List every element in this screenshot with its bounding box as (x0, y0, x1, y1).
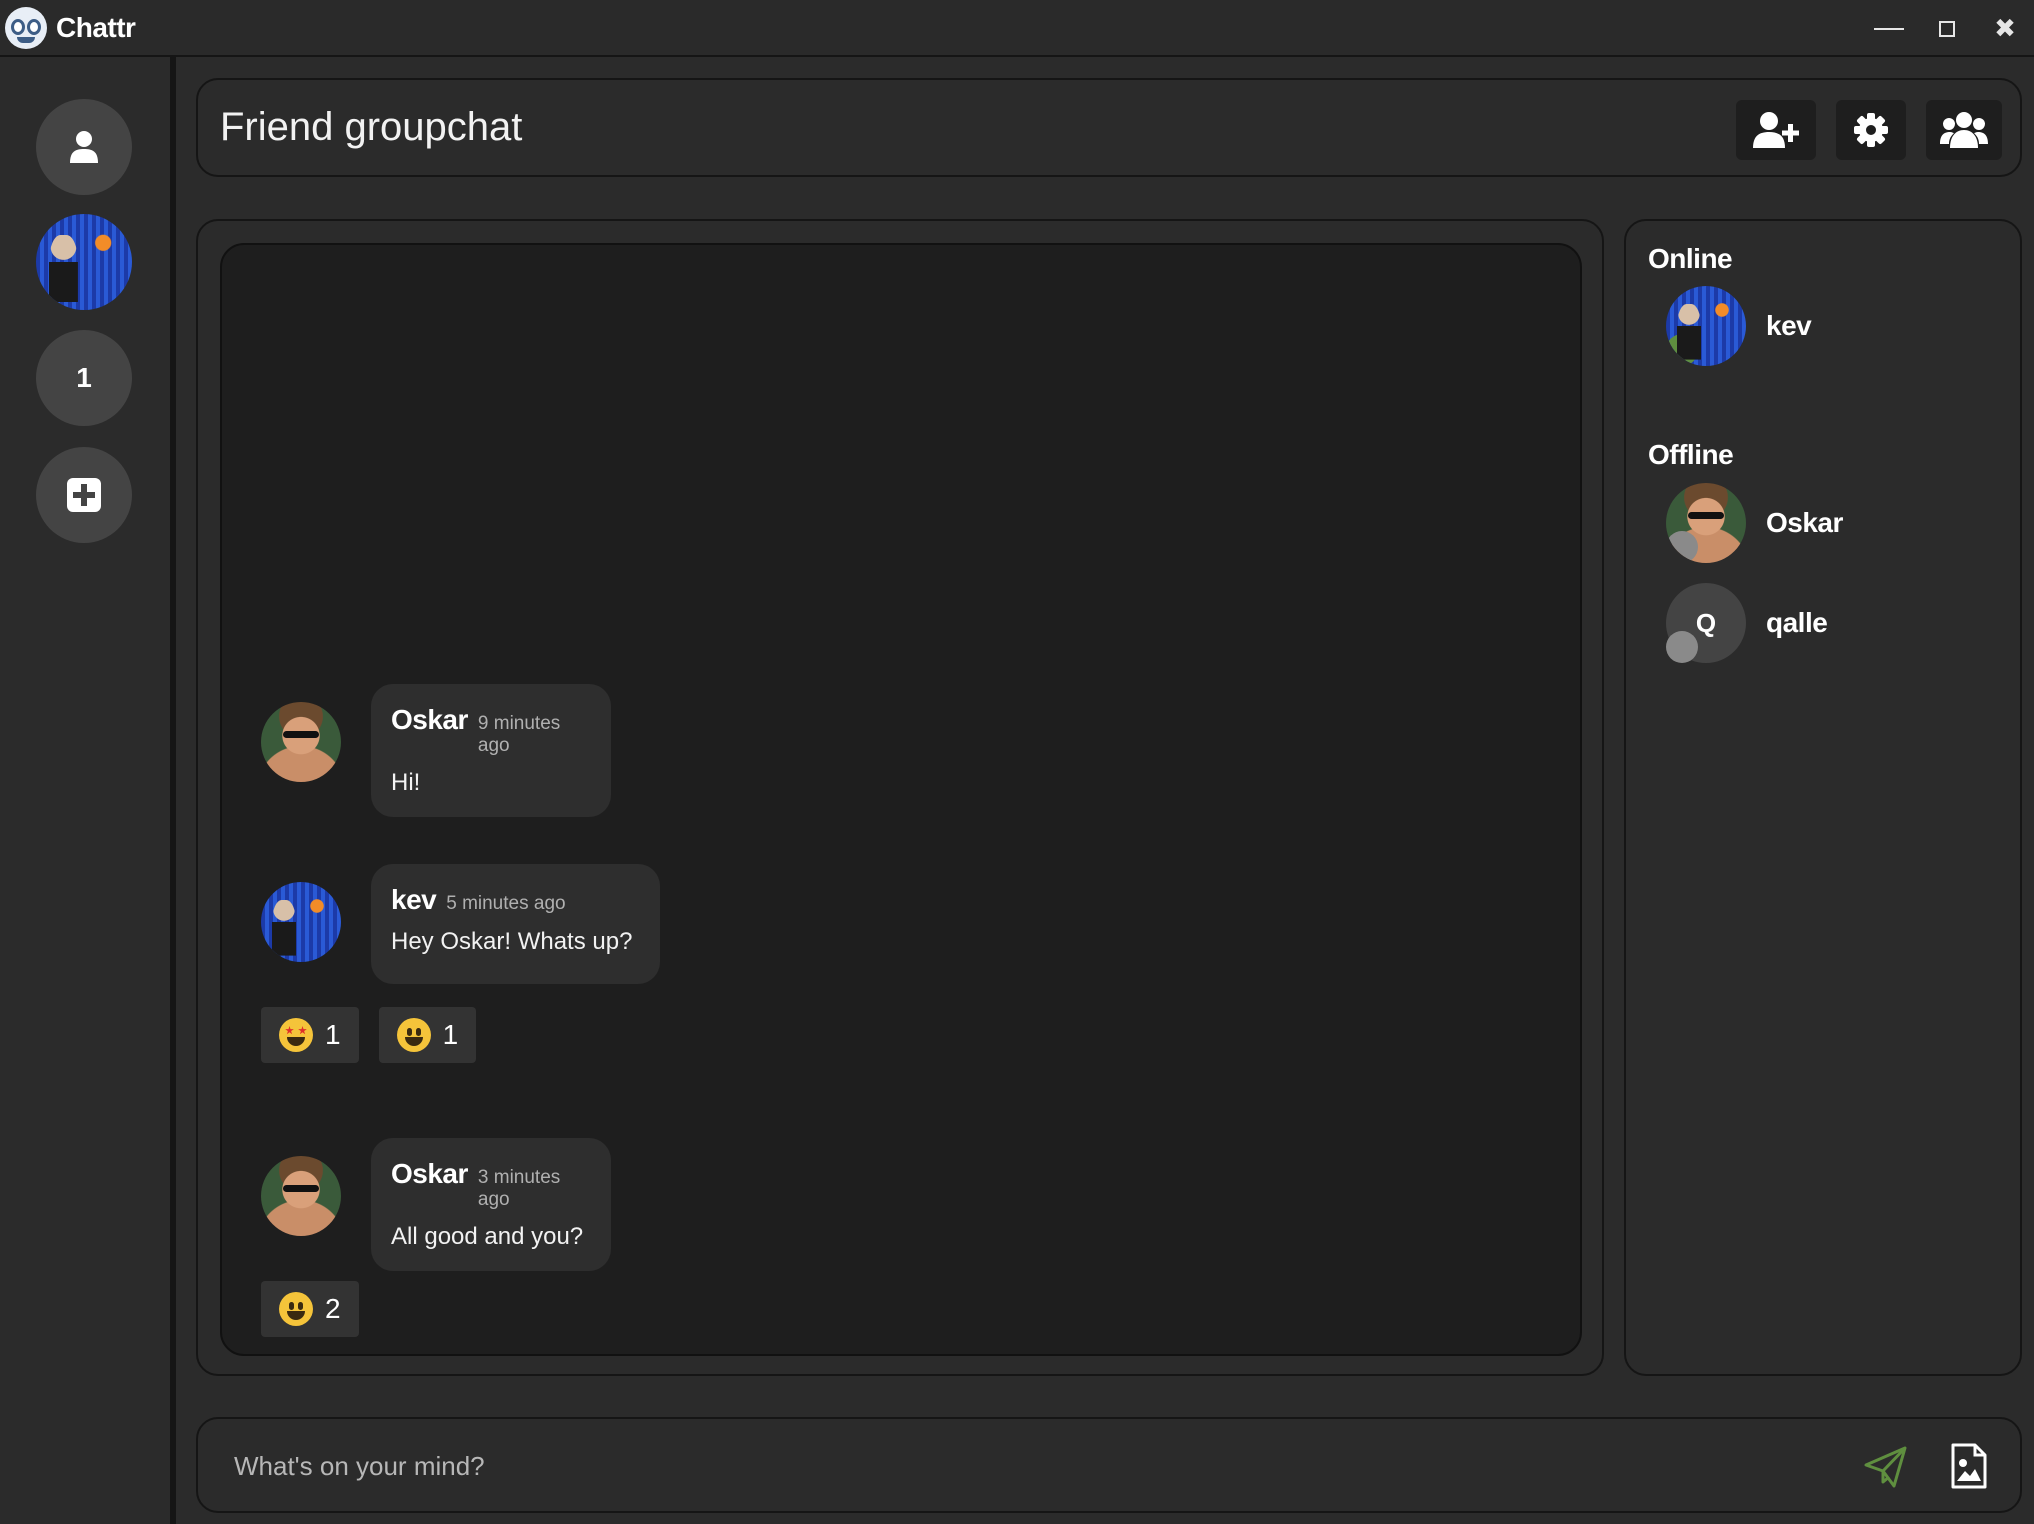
reaction-count: 1 (325, 1019, 341, 1050)
message-reactions: 2 (261, 1281, 359, 1337)
avatar[interactable] (261, 882, 341, 962)
message-bubble: Oskar 3 minutes ago All good and you? (371, 1138, 611, 1271)
message-bubble: kev 5 minutes ago Hey Oskar! Whats up? (371, 864, 660, 984)
reaction-button[interactable]: 2 (261, 1281, 359, 1337)
online-heading: Online (1648, 243, 1733, 274)
member-name: qalle (1766, 607, 1828, 638)
users-icon (1940, 112, 1988, 148)
message-item: kev 5 minutes ago Hey Oskar! Whats up? (261, 864, 660, 984)
message-time: 3 minutes ago (477, 1167, 561, 1210)
member-item[interactable]: kev (1666, 286, 1812, 366)
message-input[interactable] (234, 1439, 1734, 1493)
message-time: 5 minutes ago (446, 893, 566, 914)
server-rail: 1 (0, 57, 176, 1524)
message-author[interactable]: Oskar (391, 704, 468, 736)
grinning-emoji-icon (396, 1018, 431, 1052)
grinning-emoji-icon (279, 1292, 313, 1326)
message-item: Oskar 9 minutes ago Hi! (261, 684, 611, 817)
minimize-icon[interactable] (1860, 0, 1918, 57)
star-struck-emoji-icon (279, 1018, 313, 1052)
title-bar: Chattr ✖ (0, 0, 2034, 57)
reaction-button[interactable]: 1 (378, 1007, 477, 1063)
reaction-button[interactable]: 1 (261, 1007, 359, 1063)
members-panel: Online kev Offline Oskar Q qalle (1624, 219, 2022, 1376)
gear-icon (1854, 113, 1888, 147)
add-chat-button[interactable] (36, 447, 132, 543)
message-bubble: Oskar 9 minutes ago Hi! (371, 684, 611, 817)
message-item: Oskar 3 minutes ago All good and you? (261, 1138, 611, 1271)
settings-button[interactable] (1836, 100, 1906, 160)
avatar (1666, 286, 1746, 366)
image-file-icon (1951, 1443, 1987, 1489)
message-text: All good and you? (391, 1223, 584, 1250)
member-item[interactable]: Q qalle (1666, 583, 1828, 663)
reaction-count: 1 (442, 1019, 459, 1050)
message-reactions: 1 1 (261, 1007, 477, 1063)
message-author[interactable]: kev (391, 884, 437, 916)
attach-image-button[interactable] (1950, 1443, 1988, 1489)
offline-status-icon (1666, 631, 1698, 663)
member-name: kev (1766, 310, 1812, 341)
user-icon (70, 131, 98, 163)
message-composer (196, 1417, 2022, 1513)
online-status-icon (1666, 334, 1698, 366)
member-name: Oskar (1766, 507, 1843, 538)
message-text: Hey Oskar! Whats up? (391, 928, 633, 955)
offline-heading: Offline (1648, 439, 1734, 470)
add-user-icon (1753, 112, 1799, 148)
message-author[interactable]: Oskar (391, 1158, 468, 1190)
offline-status-icon (1666, 531, 1698, 563)
message-text: Hi! (391, 769, 421, 796)
message-list[interactable]: Oskar 9 minutes ago Hi! kev 5 minutes ag… (220, 243, 1582, 1356)
avatar-initial: Q (1695, 607, 1717, 638)
avatar[interactable] (261, 702, 341, 782)
avatar[interactable] (261, 1156, 341, 1236)
message-time: 9 minutes ago (477, 713, 561, 756)
avatar (1666, 483, 1746, 563)
close-icon[interactable]: ✖ (1976, 0, 2034, 57)
messages-panel: Oskar 9 minutes ago Hi! kev 5 minutes ag… (196, 219, 1604, 1376)
paper-plane-icon (1864, 1446, 1907, 1488)
page-title: Friend groupchat (220, 105, 523, 149)
reaction-count: 2 (325, 1293, 341, 1324)
chat-avatar-kev[interactable] (36, 214, 132, 310)
members-button[interactable] (1926, 100, 2002, 160)
avatar: Q (1666, 583, 1746, 663)
window-controls: ✖ (1860, 0, 2034, 57)
chat-header: Friend groupchat (196, 78, 2022, 177)
maximize-icon[interactable] (1918, 0, 1976, 57)
send-button[interactable] (1864, 1445, 1908, 1489)
chat-number-button[interactable]: 1 (36, 330, 132, 426)
app-logo-icon (5, 6, 47, 49)
plus-square-icon (67, 478, 101, 512)
member-item[interactable]: Oskar (1666, 483, 1843, 563)
add-member-button[interactable] (1736, 100, 1816, 160)
profile-button[interactable] (36, 99, 132, 195)
app-title: Chattr (56, 11, 136, 43)
